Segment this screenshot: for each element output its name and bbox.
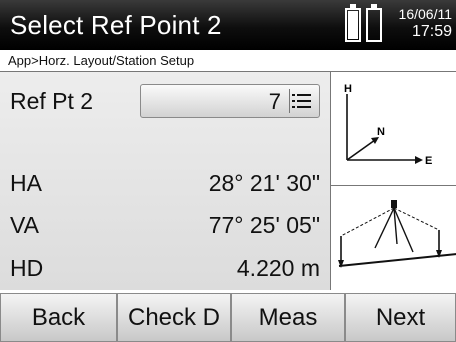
softkey-bar: Back Check D Meas Next bbox=[0, 290, 456, 342]
battery-icon bbox=[345, 4, 361, 42]
screen-title: Select Ref Point 2 bbox=[10, 10, 222, 40]
next-button[interactable]: Next bbox=[345, 293, 456, 342]
battery-status bbox=[345, 4, 385, 44]
diagram-panel: H N E bbox=[330, 72, 456, 290]
ha-label: HA bbox=[10, 170, 42, 196]
station-setup-diagram-icon bbox=[338, 200, 456, 268]
coordinate-axes-icon: H N E bbox=[344, 83, 432, 167]
ref-pt-value: 7 bbox=[268, 89, 281, 114]
meas-button[interactable]: Meas bbox=[231, 293, 345, 342]
measurement-panel: Ref Pt 2 7 HA 28° 21' 30" VA 77° 25' 05"… bbox=[0, 72, 330, 290]
axis-n-label: N bbox=[377, 126, 385, 138]
time-display: 17:59 bbox=[411, 23, 452, 40]
list-icon[interactable] bbox=[289, 89, 315, 113]
title-bar: Select Ref Point 2 16/06/11 17:59 bbox=[0, 0, 456, 50]
axis-h-label: H bbox=[344, 83, 352, 95]
breadcrumb: App>Horz. Layout/Station Setup bbox=[8, 53, 195, 68]
ref-pt-selector[interactable]: 7 bbox=[140, 84, 320, 118]
breadcrumb-bar: App>Horz. Layout/Station Setup bbox=[0, 50, 456, 72]
hd-value: 4.220 m bbox=[236, 255, 320, 281]
va-label: VA bbox=[10, 212, 39, 238]
hd-label: HD bbox=[10, 255, 44, 281]
ref-pt-label: Ref Pt 2 bbox=[10, 88, 94, 114]
date-display: 16/06/11 bbox=[398, 6, 452, 22]
va-value: 77° 25' 05" bbox=[208, 212, 320, 238]
back-button[interactable]: Back bbox=[0, 293, 117, 342]
axis-e-label: E bbox=[425, 155, 432, 167]
battery-icon bbox=[366, 4, 382, 42]
ha-value: 28° 21' 30" bbox=[208, 170, 320, 196]
check-d-button[interactable]: Check D bbox=[117, 293, 231, 342]
